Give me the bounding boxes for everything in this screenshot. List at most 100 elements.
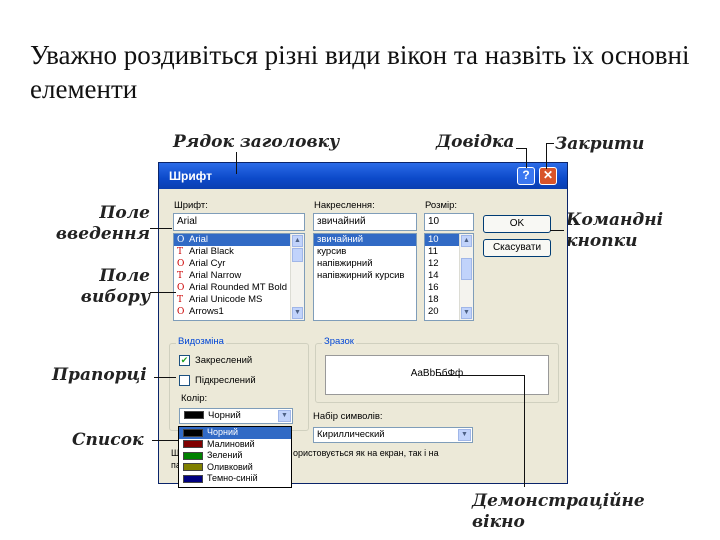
underline-checkbox[interactable] (179, 375, 190, 386)
connector-help-h (516, 148, 526, 149)
font-list-item-label: Arial Narrow (189, 270, 242, 281)
charset-select[interactable]: Кириллический ▼ (313, 427, 473, 443)
size-list-item-label: 10 (428, 234, 439, 245)
callout-command-buttons: Командні кнопки (566, 210, 664, 251)
cancel-button[interactable]: Скасувати (483, 239, 551, 257)
style-list-item-label: напівжирний курсив (317, 270, 405, 281)
note-right: ористовується як на екран, так і на (293, 448, 439, 458)
font-list-item[interactable]: O Arial Rounded MT Bold (174, 282, 304, 294)
style-list-item[interactable]: напівжирний (314, 258, 416, 270)
style-input[interactable]: звичайний (313, 213, 417, 231)
scroll-up-icon[interactable]: ▲ (292, 235, 303, 247)
size-label: Розмір: (425, 200, 458, 211)
callout-selection-field: Поле вибору (80, 266, 150, 307)
font-list-item-label: Arial Rounded MT Bold (189, 282, 288, 293)
color-swatch (183, 428, 203, 437)
style-list-item[interactable]: звичайний (314, 234, 416, 246)
charset-label: Набір символів: (313, 411, 383, 422)
size-list-scrollbar[interactable]: ▲ ▼ (459, 234, 473, 320)
close-button[interactable]: ✕ (539, 167, 557, 185)
style-list-item-label: курсив (317, 246, 347, 257)
size-list-item-label: 18 (428, 294, 439, 305)
font-list-item[interactable]: T Arial Black (174, 246, 304, 258)
help-button[interactable]: ? (517, 167, 535, 185)
strikeout-label: Закреслений (195, 355, 253, 366)
opentype-font-icon: O (177, 235, 185, 245)
scroll-up-icon[interactable]: ▲ (461, 235, 472, 247)
truetype-font-icon: T (177, 247, 184, 257)
color-dropdown-list[interactable]: Чорний Малиновий Зелений Оливковий Темно-син… (178, 426, 292, 488)
opentype-font-icon: O (177, 259, 185, 269)
color-list-item-label: Малиновий (207, 438, 255, 449)
connector-checkboxes (154, 377, 176, 378)
chevron-down-icon[interactable]: ▼ (278, 410, 291, 422)
color-list-item[interactable]: Зелений (179, 450, 291, 462)
color-list-item-label: Чорний (207, 427, 239, 437)
font-list[interactable]: O Arial T Arial Black O Arial Cyr T Arial Narro… (173, 233, 305, 321)
sample-text: AaBbБбФф (410, 368, 464, 379)
opentype-font-icon: O (177, 307, 185, 317)
color-list-item[interactable]: Чорний (179, 427, 291, 439)
chevron-down-icon[interactable]: ▼ (458, 429, 471, 441)
style-list[interactable]: звичайний курсив напівжирний напівжирний ку… (313, 233, 417, 321)
strikeout-checkbox[interactable]: ✔ (179, 355, 190, 366)
color-swatch (183, 474, 203, 483)
slide-title: Уважно роздивіться різні види вікон та н… (30, 40, 690, 104)
font-list-item[interactable]: T Arial Unicode MS (174, 294, 304, 306)
color-list-item-label: Зелений (207, 450, 243, 460)
sample-label: Зразок (322, 336, 356, 347)
connector-close-v (546, 143, 547, 169)
color-swatch (183, 440, 203, 449)
callout-close: Закрити (555, 134, 645, 154)
scroll-thumb[interactable] (292, 248, 303, 262)
size-list-item-label: 16 (428, 282, 439, 293)
charset-value: Кириллический (317, 429, 385, 440)
connector-title-bar (236, 152, 237, 174)
ok-button[interactable]: OK (483, 215, 551, 233)
size-list-item-label: 12 (428, 258, 439, 269)
underline-label: Підкреслений (195, 375, 256, 386)
font-list-item[interactable]: O Arial Cyr (174, 258, 304, 270)
effects-label: Видозміна (176, 336, 226, 347)
font-list-item-label: Arial Unicode MS (189, 294, 263, 305)
color-list-item-label: Оливковий (207, 461, 253, 472)
font-input[interactable]: Arial (173, 213, 305, 231)
color-list-item[interactable]: Малиновий (179, 439, 291, 451)
scroll-down-icon[interactable]: ▼ (461, 307, 472, 319)
color-select[interactable]: Чорний ▼ (179, 408, 293, 424)
font-list-item[interactable]: O Arrows1 (174, 306, 304, 318)
connector-preview-h (440, 375, 524, 376)
callout-checkboxes: Прапорці (52, 365, 147, 385)
style-list-item[interactable]: напівжирний курсив (314, 270, 416, 282)
color-list-item[interactable]: Темно-синій (179, 473, 291, 485)
dialog-title-bar[interactable]: Шрифт ? ✕ (159, 163, 567, 189)
font-list-item-label: Arial Black (189, 246, 234, 257)
connector-list (152, 440, 178, 441)
style-list-item-label: звичайний (317, 234, 364, 245)
size-list-item-label: 14 (428, 270, 439, 281)
size-list-item-label: 20 (428, 306, 439, 317)
color-list-item-label: Темно-синій (207, 473, 258, 483)
style-label: Накреслення: (314, 200, 375, 211)
truetype-font-icon: T (177, 295, 184, 305)
style-list-item[interactable]: курсив (314, 246, 416, 258)
font-list-scrollbar[interactable]: ▲ ▼ (290, 234, 304, 320)
scroll-down-icon[interactable]: ▼ (292, 307, 303, 319)
font-list-item-label: Arial (189, 234, 209, 245)
color-list-item[interactable]: Оливковий (179, 462, 291, 474)
size-input[interactable]: 10 (424, 213, 474, 231)
callout-input-field: Поле введення (55, 203, 150, 244)
font-list-item[interactable]: T Arial Narrow (174, 270, 304, 282)
scroll-thumb[interactable] (461, 258, 472, 280)
connector-buttons (550, 230, 564, 231)
size-list[interactable]: 10 11 12 14 16 18 20 ▲ ▼ (424, 233, 474, 321)
font-list-item-label: Arrows1 (189, 306, 224, 317)
font-label: Шрифт: (174, 200, 208, 211)
dialog-title: Шрифт (169, 169, 212, 183)
callout-help: Довідка (436, 132, 515, 152)
size-list-item-label: 11 (428, 246, 438, 257)
callout-list: Список (72, 430, 144, 450)
connector-preview-v (524, 375, 525, 487)
truetype-font-icon: T (177, 271, 184, 281)
font-list-item[interactable]: O Arial (174, 234, 304, 246)
